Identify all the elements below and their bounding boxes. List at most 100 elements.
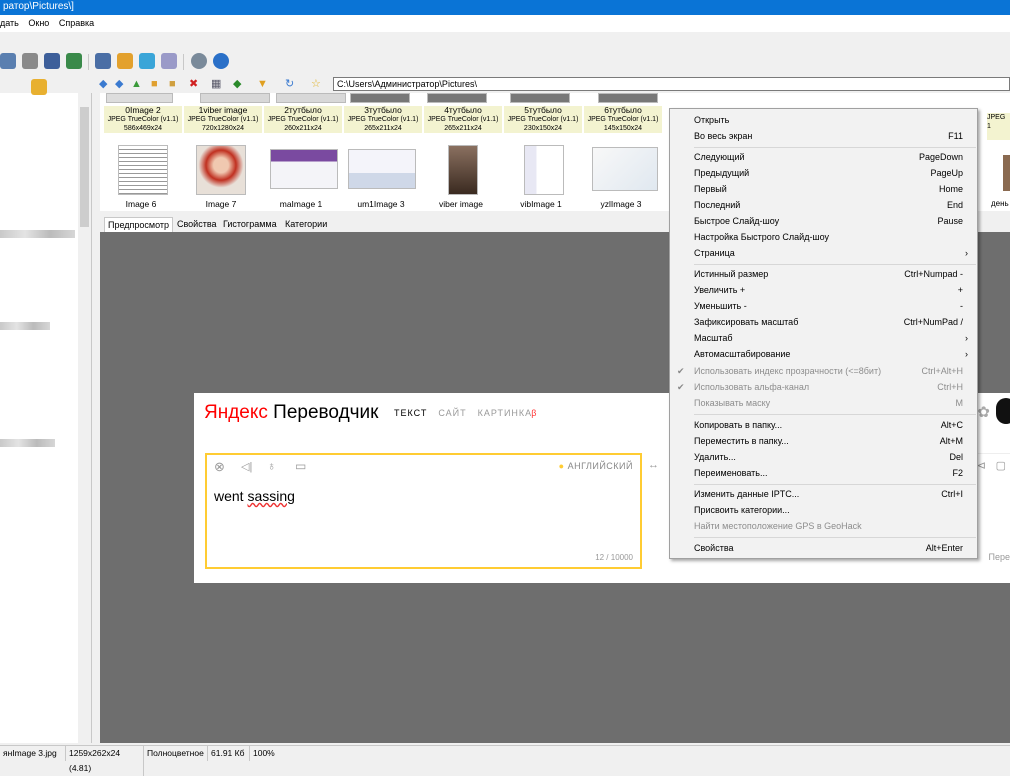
menu-item-last[interactable]: ПоследнийEnd [670, 197, 977, 213]
scanner-icon[interactable] [44, 53, 60, 69]
back-arrow-icon[interactable]: ◆ [99, 78, 107, 90]
yandex-nav: ТЕКСТСАЙТКАРТИНКАβ [394, 408, 548, 418]
up-arrow-icon[interactable]: ▲ [131, 78, 142, 90]
menu-item-rename[interactable]: Переименовать...F2 [670, 465, 977, 481]
print-icon[interactable] [22, 53, 38, 69]
menu-item-quick-slideshow[interactable]: Быстрое Слайд-шоуPause [670, 213, 977, 229]
delete-icon[interactable]: ✖ [189, 78, 198, 90]
menu-item-zoom[interactable]: Масштаб› [670, 330, 977, 346]
submenu-arrow-icon: › [965, 245, 968, 261]
menu-item-zoom-out[interactable]: Уменьшить -- [670, 298, 977, 314]
tab-properties[interactable]: Свойства [174, 217, 220, 232]
menu-item-delete[interactable]: Удалить...Del [670, 449, 977, 465]
menu-item-show-mask[interactable]: Показывать маскуM [670, 395, 977, 411]
panel-splitter[interactable] [92, 93, 100, 743]
thumbnail-image[interactable] [524, 145, 564, 195]
filter-icon[interactable]: ▼ [257, 78, 268, 90]
menu-item-move-to-folder[interactable]: Переместить в папку...Alt+M [670, 433, 977, 449]
status-bar: янImage 3.jpg 1259x262x24 (4.81) Полноцв… [0, 745, 1010, 761]
menu-item-autozoom[interactable]: Автомасштабирование› [670, 346, 977, 362]
thumbnail-image[interactable] [106, 93, 173, 103]
thumbnail-image[interactable] [276, 93, 346, 103]
menu-item-fullscreen[interactable]: Во весь экранF11 [670, 128, 977, 144]
thumbnail-image[interactable] [510, 93, 570, 103]
thumbnail-image[interactable] [448, 145, 478, 195]
char-counter: 12 / 10000 [595, 553, 633, 562]
tree-item[interactable] [0, 439, 55, 447]
favorites-star-icon[interactable]: ☆ [311, 78, 321, 90]
thumbnail-image[interactable] [200, 93, 270, 103]
menu-item-copy-to-folder[interactable]: Копировать в папку...Alt+C [670, 417, 977, 433]
translate-input-box: ⊗ ◁| ♁ ▭ ● АНГЛИЙСКИЙ went sassing 12 / … [205, 453, 642, 569]
address-bar[interactable]: C:\Users\Администратор\Pictures\ [333, 77, 1010, 91]
tab-categories[interactable]: Категории [282, 217, 330, 232]
monitor-icon[interactable] [95, 53, 111, 69]
gear-icon[interactable] [191, 53, 207, 69]
menu-item-page[interactable]: Страница› [670, 245, 977, 261]
forward-arrow-icon[interactable]: ◆ [115, 78, 123, 90]
refresh-icon[interactable]: ↻ [285, 78, 294, 90]
menu-item-actual-size[interactable]: Истинный размерCtrl+Numpad - [670, 266, 977, 282]
window-title: ратор\Pictures\] [3, 1, 74, 12]
folder-icon[interactable] [31, 79, 47, 95]
thumbnail-image[interactable] [350, 93, 410, 103]
menu-item-edit-iptc[interactable]: Изменить данные IPTC...Ctrl+I [670, 486, 977, 502]
image-icon[interactable] [66, 53, 82, 69]
rename-icon[interactable]: ■ [169, 78, 176, 90]
menu-item-transparency-index[interactable]: ✔Использовать индекс прозрачности (<=8би… [670, 363, 977, 379]
menu-item-first[interactable]: ПервыйHome [670, 181, 977, 197]
thumbnail-label: yzlImage 3 [582, 199, 660, 209]
sort-icon[interactable]: ◆ [233, 78, 241, 90]
web-icon[interactable] [139, 53, 155, 69]
tree-scrollbar-thumb[interactable] [80, 107, 89, 227]
calculator-icon[interactable] [161, 53, 177, 69]
info-icon[interactable] [213, 53, 229, 69]
thumbnail-caption: 4тутбыло JPEG TrueColor (v1.1) 265x211x2… [424, 106, 502, 133]
thumbnail-image[interactable] [196, 145, 246, 195]
microphone-icon: ♁ [267, 459, 276, 473]
tree-item[interactable] [0, 322, 50, 330]
menu-separator [694, 147, 976, 148]
toolbar [0, 50, 1010, 74]
menu-edit[interactable]: дать [0, 18, 19, 28]
new-folder-icon[interactable]: ■ [151, 78, 158, 90]
menu-item-slideshow-settings[interactable]: Настройка Быстрого Слайд-шоу [670, 229, 977, 245]
menu-help[interactable]: Справка [59, 18, 94, 28]
thumbnail-image[interactable] [348, 149, 416, 189]
output-partial-label: Пере [989, 552, 1010, 562]
tree-item[interactable] [0, 230, 75, 238]
binoculars-icon[interactable] [0, 53, 16, 69]
menu-item-properties[interactable]: СвойстваAlt+Enter [670, 540, 977, 556]
thumbnail-image[interactable] [592, 147, 658, 191]
thumbnail-partial[interactable]: JPEG1 день [979, 93, 1010, 211]
menu-item-alpha-channel[interactable]: ✔Использовать альфа-каналCtrl+H [670, 379, 977, 395]
thumbnail-image[interactable] [118, 145, 168, 195]
thumbnail-image[interactable] [427, 93, 487, 103]
thumbnail-caption: 5тутбыло JPEG TrueColor (v1.1) 230x150x2… [504, 106, 582, 133]
menu-item-geohack[interactable]: Найти местоположение GPS в GeoHack [670, 518, 977, 534]
menu-item-open[interactable]: Открыть [670, 112, 977, 128]
tab-histogram[interactable]: Гистограмма [220, 217, 280, 232]
menu-window[interactable]: Окно [28, 18, 49, 28]
view-mode-icon[interactable]: ▦ [211, 78, 221, 90]
copy-icon: ▢ [996, 459, 1006, 472]
menu-item-assign-categories[interactable]: Присвоить категории... [670, 502, 977, 518]
thumbnail-label: день [991, 199, 1009, 208]
speaker-icon: ◁| [241, 460, 252, 473]
menu-item-zoom-in[interactable]: Увеличить ++ [670, 282, 977, 298]
menu-item-previous[interactable]: ПредыдущийPageUp [670, 165, 977, 181]
thumbnail-image[interactable] [1003, 155, 1010, 191]
swap-icon: ↔ [648, 459, 659, 471]
thumbnail-image[interactable] [598, 93, 658, 103]
menu-item-lock-zoom[interactable]: Зафиксировать масштабCtrl+NumPad / [670, 314, 977, 330]
tab-preview[interactable]: Предпросмотр [104, 217, 173, 232]
status-color-mode: Полноцветное [144, 746, 208, 761]
menu-item-next[interactable]: СледующийPageDown [670, 149, 977, 165]
navigation-bar: ◆ ◆ ▲ ■ ■ ✖ ▦ ◆ ▼ ↻ ☆ C:\Users\Администр… [95, 76, 1010, 92]
thumbnail-image[interactable] [270, 149, 338, 189]
settings-gear-icon: ✿ [977, 403, 990, 421]
avatar-icon [996, 398, 1010, 424]
status-filesize: 61.91 Кб [208, 746, 250, 761]
slideshow-icon[interactable] [117, 53, 133, 69]
thumbnail-label: um1Image 3 [342, 199, 420, 209]
